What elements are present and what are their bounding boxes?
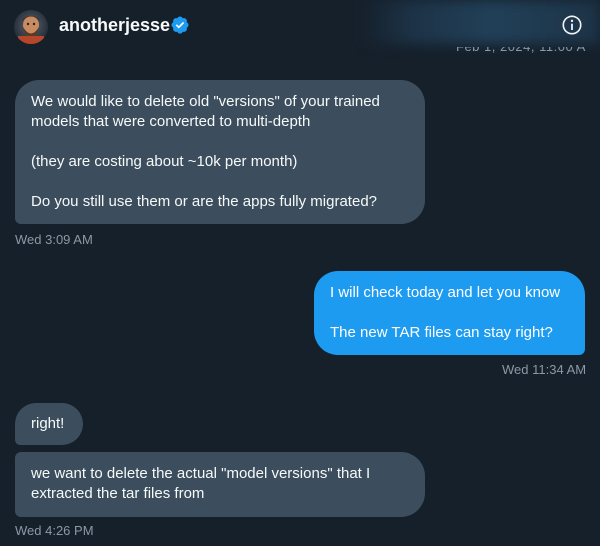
verified-badge-icon [171,16,189,34]
message-bubble-outgoing[interactable]: I will check today and let you know The … [314,271,585,355]
message-text: (they are costing about ~10k per month) [31,153,298,170]
message-text: models that were converted to multi-dept… [31,113,311,130]
message-text: extracted the tar files from [31,485,205,502]
conversation-header: Feb 1, 2024, 11:00 AM anotherjesse [0,0,600,54]
info-icon[interactable] [561,14,583,36]
message-bubble-incoming[interactable]: we want to delete the actual "model vers… [15,452,425,517]
message-text: right! [31,415,65,432]
message-timestamp: Wed 3:09 AM [15,232,93,247]
avatar-image [14,10,48,44]
dm-conversation: Feb 1, 2024, 11:00 AM anotherjesse We wo… [0,0,600,546]
message-text: we want to delete the actual "model vers… [31,465,371,482]
message-bubble-incoming[interactable]: right! [15,403,83,445]
message-text: We would like to delete old "versions" o… [31,93,380,110]
avatar[interactable] [14,10,48,44]
message-timestamp: Wed 11:34 AM [502,362,587,377]
message-text: Do you still use them or are the apps fu… [31,193,378,210]
message-text: The new TAR files can stay right? [330,324,553,341]
username[interactable]: anotherjesse [59,14,170,36]
message-bubble-incoming[interactable]: We would like to delete old "versions" o… [15,80,425,224]
message-text: I will check today and let you know [330,284,561,301]
message-timestamp: Wed 4:26 PM [15,523,94,538]
